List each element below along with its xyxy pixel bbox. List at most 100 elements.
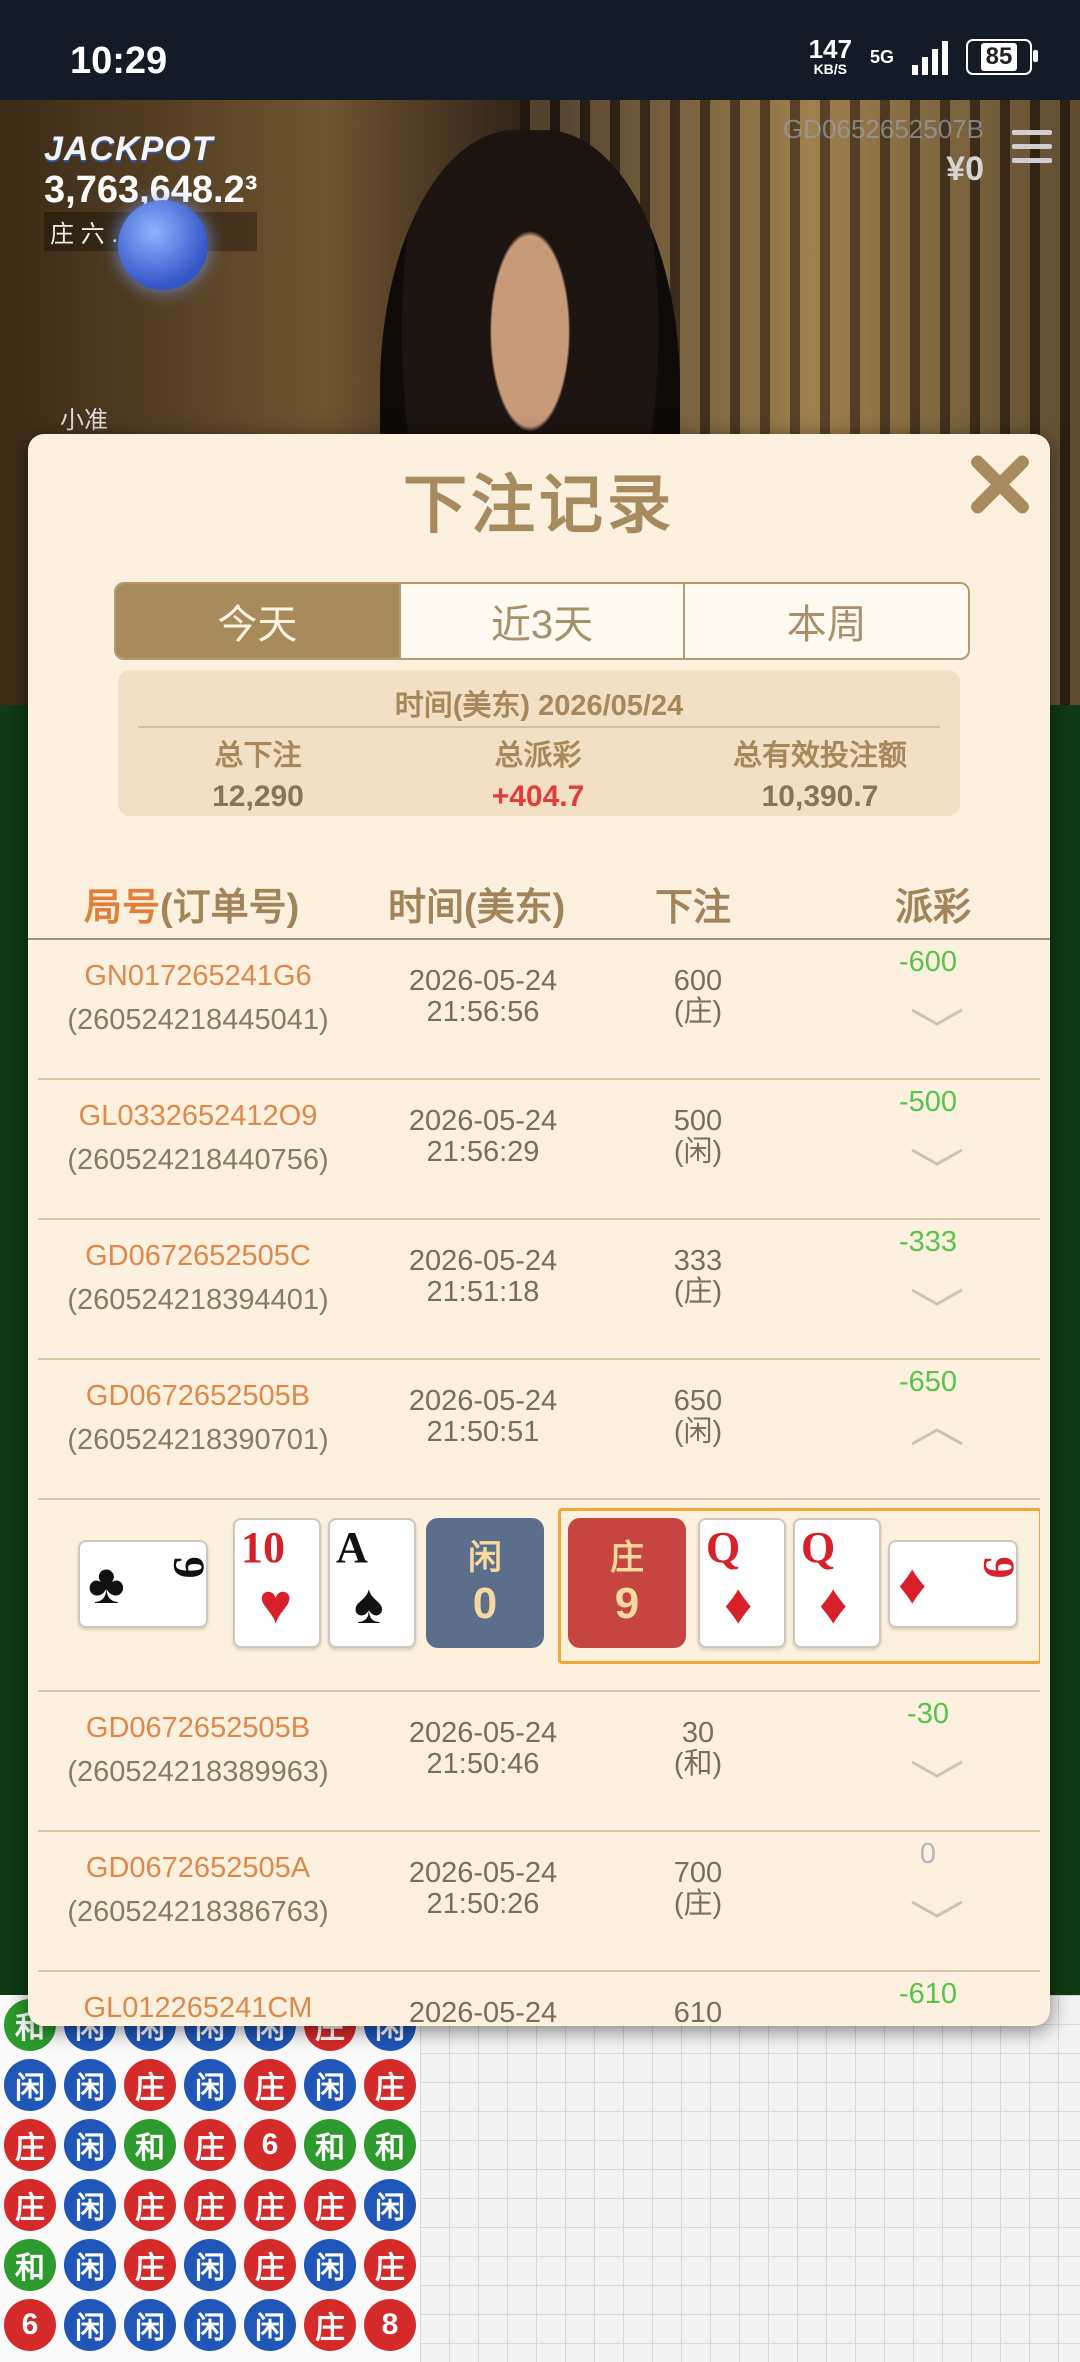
bet-date: 2026-05-24 xyxy=(408,1105,558,1137)
bead-result: 闲 xyxy=(64,2179,116,2231)
bead-result: 庄 xyxy=(364,2239,416,2291)
bet-side: (和) xyxy=(673,1748,723,1780)
header-bet: 下注 xyxy=(655,887,732,929)
status-icons: 147 KB/S 5G 85 xyxy=(808,34,1038,78)
bead-result: 闲 xyxy=(64,2059,116,2111)
game-id: GD0672652505C xyxy=(85,1240,311,1272)
hand-result-panel: 9 ♣ 10 ♥ A ♠ 闲 0 庄 9 Q ♦ Q ♦ 9 ♦ xyxy=(38,1500,1040,1692)
bet-amount: 30 xyxy=(681,1717,715,1749)
table-row[interactable]: GD0672652505C (260524218394401) 2026-05-24… xyxy=(38,1220,1040,1360)
roadmap: 和闲闲闲闲庄闲闲闲庄闲庄闲庄庄闲和庄6和和庄闲庄庄庄庄闲和闲庄闲庄闲庄6闲闲闲闲… xyxy=(0,1995,1080,2362)
banker-score: 9 xyxy=(614,1579,640,1628)
bead-result: 和 xyxy=(124,2119,176,2171)
modal-title: 下注记录 xyxy=(403,469,675,541)
table-row[interactable]: GL0332652412O9 (260524218440756) 2026-05-2… xyxy=(38,1080,1040,1220)
bet-cell: 500 (闲) xyxy=(638,1106,758,1168)
card-suit-icon: ♠ xyxy=(354,1572,384,1635)
bead-result: 闲 xyxy=(244,2299,296,2351)
bet-time: 21:51:18 xyxy=(426,1276,540,1308)
bead-result: 闲 xyxy=(364,2179,416,2231)
bead-result: 和 xyxy=(4,2239,56,2291)
tab-this-week[interactable]: 本周 xyxy=(685,584,968,658)
card-suit-icon: ♣ xyxy=(88,1552,125,1615)
bet-date: 2026-05-24 xyxy=(408,1997,558,2027)
tab-today[interactable]: 今天 xyxy=(116,584,401,658)
bead-result: 闲 xyxy=(124,2299,176,2351)
bet-list[interactable]: GN017265241G6 (260524218445041) 2026-05-24… xyxy=(38,940,1040,2026)
bead-result: 庄 xyxy=(124,2239,176,2291)
order-number: (260524218394401) xyxy=(67,1284,329,1316)
table-row[interactable]: GD0672652505B (260524218389963) 2026-05-24… xyxy=(38,1692,1040,1832)
chevron-down-icon[interactable] xyxy=(908,1286,963,1306)
tab-3-days[interactable]: 近3天 xyxy=(400,584,686,658)
time-cell: 2026-05-24 21:50:51 xyxy=(338,1386,628,1448)
order-id-cell: GL012265241CM xyxy=(38,1986,358,2026)
divider xyxy=(138,726,940,728)
bead-road: 和闲闲闲闲庄闲闲闲庄闲庄闲庄庄闲和庄6和和庄闲庄庄庄庄闲和闲庄闲庄闲庄6闲闲闲闲… xyxy=(0,1995,420,2362)
bet-amount: 610 xyxy=(673,1997,723,2027)
payout-value: -610 xyxy=(898,1978,958,2010)
table-id: GD0652652507B xyxy=(783,114,984,144)
bet-date: 2026-05-24 xyxy=(408,1857,558,1889)
order-id-cell: GD0672652505B (260524218390701) xyxy=(38,1374,358,1462)
bet-side: (闲) xyxy=(673,1416,723,1448)
bead-result: 庄 xyxy=(4,2179,56,2231)
table-row[interactable]: GL012265241CM 2026-05-24 610 -610 xyxy=(38,1972,1040,2026)
order-id-cell: GD0672652505A (260524218386763) xyxy=(38,1846,358,1934)
bet-time: 21:50:51 xyxy=(426,1416,540,1448)
game-id: GD0672652505B xyxy=(85,1380,311,1412)
bet-cell: 333 (庄) xyxy=(638,1246,758,1308)
bet-amount: 333 xyxy=(673,1245,723,1277)
menu-icon[interactable] xyxy=(1012,130,1052,166)
bead-result: 和 xyxy=(304,2119,356,2171)
network-speed: 147 KB/S xyxy=(808,34,852,77)
header-time: 时间(美东) xyxy=(388,887,566,929)
chevron-up-icon[interactable] xyxy=(908,1426,963,1446)
payout-value: -650 xyxy=(898,1366,958,1398)
card-suit-icon: ♦ xyxy=(898,1552,927,1615)
bet-time: 21:50:46 xyxy=(426,1748,540,1780)
chevron-down-icon[interactable] xyxy=(908,1758,963,1778)
bet-date: 2026-05-24 xyxy=(408,965,558,997)
time-cell: 2026-05-24 21:50:26 xyxy=(338,1858,628,1920)
table-row[interactable]: GN017265241G6 (260524218445041) 2026-05-24… xyxy=(38,940,1040,1080)
table-row[interactable]: GD0672652505A (260524218386763) 2026-05-24… xyxy=(38,1832,1040,1972)
payout-value: -30 xyxy=(907,1698,949,1730)
close-button[interactable] xyxy=(958,442,1042,526)
time-cell: 2026-05-24 21:51:18 xyxy=(338,1246,628,1308)
table-row[interactable]: GD0672652505B (260524218390701) 2026-05-24… xyxy=(38,1360,1040,1500)
floating-assist-button[interactable] xyxy=(118,200,208,290)
under-label: 小准 xyxy=(60,407,108,434)
header-id: 局号(订单号) xyxy=(84,887,300,929)
summary-panel: 时间(美东) 2026/05/24 总下注 12,290 总派彩 +404.7 … xyxy=(118,670,960,816)
header-payout: 派彩 xyxy=(895,887,972,929)
time-cell: 2026-05-24 21:56:56 xyxy=(338,966,628,1028)
bet-side: (庄) xyxy=(673,1888,723,1920)
summary-date: 时间(美东) 2026/05/24 xyxy=(394,690,684,722)
card-rank: Q xyxy=(801,1523,836,1572)
bet-amount: 500 xyxy=(673,1105,723,1137)
chevron-down-icon[interactable] xyxy=(908,1898,963,1918)
card-rank: 10 xyxy=(241,1523,285,1572)
game-id: GD0672652505A xyxy=(85,1852,311,1884)
payout-value: -600 xyxy=(898,946,958,978)
valid-bet: 总有效投注额 10,390.7 xyxy=(732,740,907,813)
date-range-tabs: 今天 近3天 本周 xyxy=(114,582,970,660)
bead-result: 和 xyxy=(364,2119,416,2171)
signal-icon xyxy=(912,39,948,75)
table-header: 局号(订单号) 时间(美东) 下注 派彩 xyxy=(28,864,1050,940)
playing-card: Q ♦ xyxy=(698,1518,786,1648)
card-rank: 9 xyxy=(974,1556,1024,1579)
chevron-down-icon[interactable] xyxy=(908,1006,963,1026)
bet-cell: 610 xyxy=(638,1997,758,2027)
bet-side: (庄) xyxy=(673,996,723,1028)
card-rank: A xyxy=(336,1523,368,1572)
bead-result: 庄 xyxy=(244,2239,296,2291)
clock: 10:29 xyxy=(70,40,168,82)
bet-date: 2026-05-24 xyxy=(408,1385,558,1417)
bet-time: 21:50:26 xyxy=(426,1888,540,1920)
total-payout: 总派彩 +404.7 xyxy=(491,740,585,813)
chevron-down-icon[interactable] xyxy=(908,1146,963,1166)
payout-value: -333 xyxy=(898,1226,958,1258)
bead-result: 庄 xyxy=(244,2059,296,2111)
